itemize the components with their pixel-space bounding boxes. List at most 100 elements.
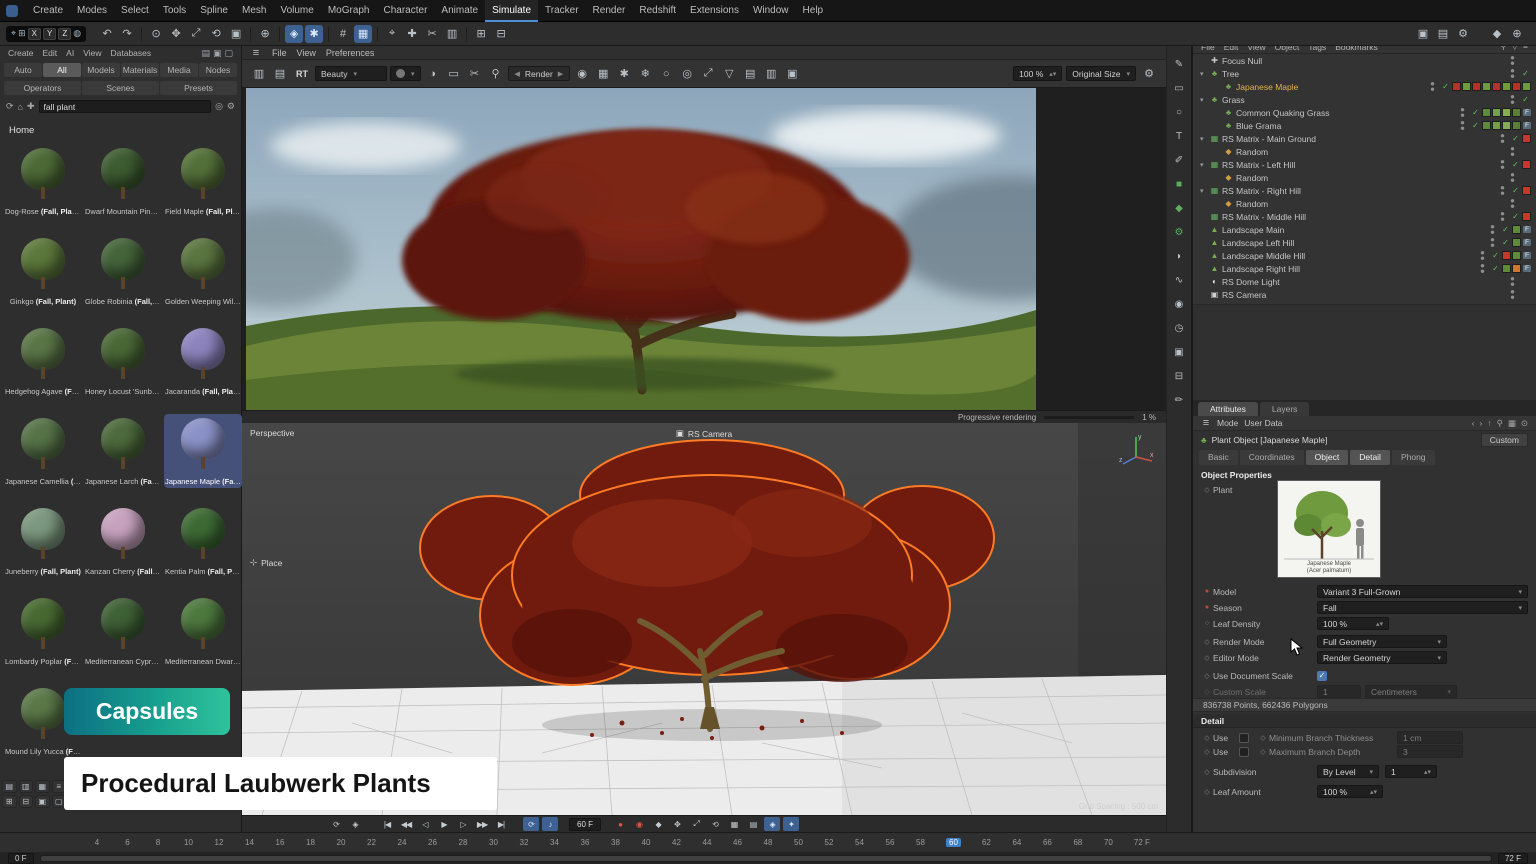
material-chip[interactable] xyxy=(1482,82,1491,91)
asset-item[interactable]: Dog-Rose (Fall, Plant) xyxy=(4,144,82,218)
layer-a-icon[interactable]: ▤ xyxy=(2,780,17,793)
max-branch-use-checkbox[interactable]: ✓ xyxy=(1239,747,1249,757)
visibility-dots[interactable] xyxy=(1490,237,1495,248)
timeline-tick[interactable]: 14 xyxy=(245,838,255,847)
timeline-tick[interactable]: 42 xyxy=(672,838,682,847)
object-name[interactable]: RS Matrix - Main Ground xyxy=(1222,134,1316,144)
enable-check-icon[interactable]: ✓ xyxy=(1500,238,1511,247)
panel-layout-icon[interactable]: ⊟ xyxy=(492,25,510,43)
menu-item[interactable]: Character xyxy=(377,0,435,22)
timeline-tick[interactable]: 6 xyxy=(123,838,133,847)
timeline-tick[interactable]: 58 xyxy=(916,838,926,847)
menu-item[interactable]: Select xyxy=(114,0,156,22)
goto-end-icon[interactable]: ▶| xyxy=(493,817,509,831)
edit-render-settings-icon[interactable]: ⚙ xyxy=(1454,25,1472,43)
object-row[interactable]: ✚ Focus Null xyxy=(1193,54,1536,67)
property-tab[interactable]: Object xyxy=(1306,450,1349,465)
back-icon[interactable]: ‹ xyxy=(1472,418,1475,429)
modeling-axis-icon[interactable]: ✚ xyxy=(403,25,421,43)
home-icon[interactable]: ⌂ xyxy=(18,102,23,112)
axis-z-toggle[interactable]: Z xyxy=(58,28,71,40)
timeline-tick[interactable]: 72 F xyxy=(1134,838,1150,847)
sound-icon[interactable]: ♪ xyxy=(542,817,558,831)
zoom-level-field[interactable]: 100 %▴▾ xyxy=(1013,66,1062,81)
asset-filter-tab[interactable]: Models xyxy=(82,63,120,77)
timeline-tick[interactable]: 30 xyxy=(489,838,499,847)
timeline-tick[interactable]: 18 xyxy=(306,838,316,847)
object-row[interactable]: ▣ RS Camera xyxy=(1193,288,1536,301)
separator[interactable] xyxy=(279,27,280,41)
selection-tag-chip[interactable]: F xyxy=(1523,252,1531,259)
material-chip[interactable] xyxy=(1502,108,1511,117)
field-hex-icon[interactable]: ◆ xyxy=(1171,200,1188,217)
object-name[interactable]: Random xyxy=(1236,147,1268,157)
monitor-icon[interactable]: ⊟ xyxy=(1171,368,1188,385)
solo-icon[interactable]: ▣ xyxy=(35,795,50,808)
asset-filter-tab[interactable]: Nodes xyxy=(199,63,237,77)
subdivision-field[interactable]: 1▴▾ xyxy=(1385,765,1437,778)
move-icon[interactable]: ✥ xyxy=(167,25,185,43)
current-frame-field[interactable]: 60 F xyxy=(569,818,601,831)
param-dot-icon[interactable]: ○ xyxy=(1201,620,1213,627)
timeline-tick[interactable]: 26 xyxy=(428,838,438,847)
primitive-cube-icon[interactable]: ■ xyxy=(1171,176,1188,193)
timeline-tick[interactable]: 62 xyxy=(981,838,991,847)
live-selection-icon[interactable]: ⊙ xyxy=(147,25,165,43)
asset-item[interactable]: Jacaranda (Fall, Plant) xyxy=(164,324,242,398)
burger-menu-icon[interactable]: ≡ xyxy=(250,44,262,62)
custom-scale-field[interactable]: 1 xyxy=(1317,685,1361,698)
expander-icon[interactable]: ▾ xyxy=(1200,96,1209,104)
render-to-picture-icon[interactable]: ▤ xyxy=(1434,25,1452,43)
model-dropdown[interactable]: Variant 3 Full-Grown▾ xyxy=(1317,585,1528,598)
timeline-tick[interactable]: 10 xyxy=(184,838,194,847)
menu-item[interactable]: Volume xyxy=(273,0,320,22)
asset-item[interactable]: Japanese Camellia (Fall, Plant) xyxy=(4,414,82,488)
object-name[interactable]: RS Camera xyxy=(1222,290,1266,300)
visibility-dots[interactable] xyxy=(1460,120,1465,131)
asset-menu-item[interactable]: AI xyxy=(66,48,74,58)
material-chip[interactable] xyxy=(1512,251,1521,260)
timeline-tick[interactable]: 8 xyxy=(153,838,163,847)
visibility-dots[interactable] xyxy=(1510,68,1515,79)
user-data-button[interactable]: User Data xyxy=(1244,418,1282,428)
selection-tag-chip[interactable]: F xyxy=(1523,239,1531,246)
property-tab[interactable]: Coordinates xyxy=(1240,450,1304,465)
rt-button[interactable]: RT xyxy=(292,69,312,79)
material-chip[interactable] xyxy=(1472,82,1481,91)
material-chip[interactable] xyxy=(1482,121,1491,130)
material-chip[interactable] xyxy=(1522,160,1531,169)
axis-x-toggle[interactable]: X xyxy=(28,28,41,40)
object-name[interactable]: Common Quaking Grass xyxy=(1236,108,1330,118)
key-parameter-icon[interactable]: ▦ xyxy=(726,817,742,831)
object-name[interactable]: Random xyxy=(1236,199,1268,209)
simulate-snap-icon[interactable]: ◈ xyxy=(285,25,303,43)
goto-start-icon[interactable]: |◀ xyxy=(379,817,395,831)
object-row[interactable]: ◆ Random xyxy=(1193,145,1536,158)
param-dot-icon[interactable]: ◇ xyxy=(1201,638,1213,646)
layer-c-icon[interactable]: ▦ xyxy=(35,780,50,793)
material-chip[interactable] xyxy=(1522,134,1531,143)
season-dropdown[interactable]: Fall▾ xyxy=(1317,601,1528,614)
layer-b-icon[interactable]: ▥ xyxy=(19,780,34,793)
separator[interactable] xyxy=(328,27,329,41)
search-settings-icon[interactable]: ⚙ xyxy=(227,101,235,112)
asset-menu-item[interactable]: Edit xyxy=(43,48,58,58)
snowflake-icon[interactable]: ❄ xyxy=(636,65,654,83)
property-tab[interactable]: Detail xyxy=(1350,450,1390,465)
rotate-icon[interactable]: ⟲ xyxy=(207,25,225,43)
asset-category-tab[interactable]: Presets xyxy=(160,81,237,95)
asset-item[interactable]: Kentia Palm (Fall, Plant) xyxy=(164,504,242,578)
axis-y-toggle[interactable]: Y xyxy=(43,28,56,40)
object-name[interactable]: RS Matrix - Right Hill xyxy=(1222,186,1301,196)
asset-category-tab[interactable]: Operators xyxy=(4,81,81,95)
timeline-tick[interactable]: 56 xyxy=(885,838,895,847)
timeline-ruler[interactable]: 4681012141618202224262830323436384042444… xyxy=(0,832,1536,852)
enable-check-icon[interactable]: ✓ xyxy=(1470,108,1481,117)
object-name[interactable]: Random xyxy=(1236,173,1268,183)
visibility-dots[interactable] xyxy=(1500,185,1505,196)
visibility-dots[interactable] xyxy=(1510,55,1515,66)
timeline-tick[interactable]: 32 xyxy=(519,838,529,847)
zoom-tool-icon[interactable]: ⚲ xyxy=(487,65,505,83)
spline-wave-icon[interactable]: ∿ xyxy=(1171,272,1188,289)
timeline-tick[interactable]: 20 xyxy=(336,838,346,847)
